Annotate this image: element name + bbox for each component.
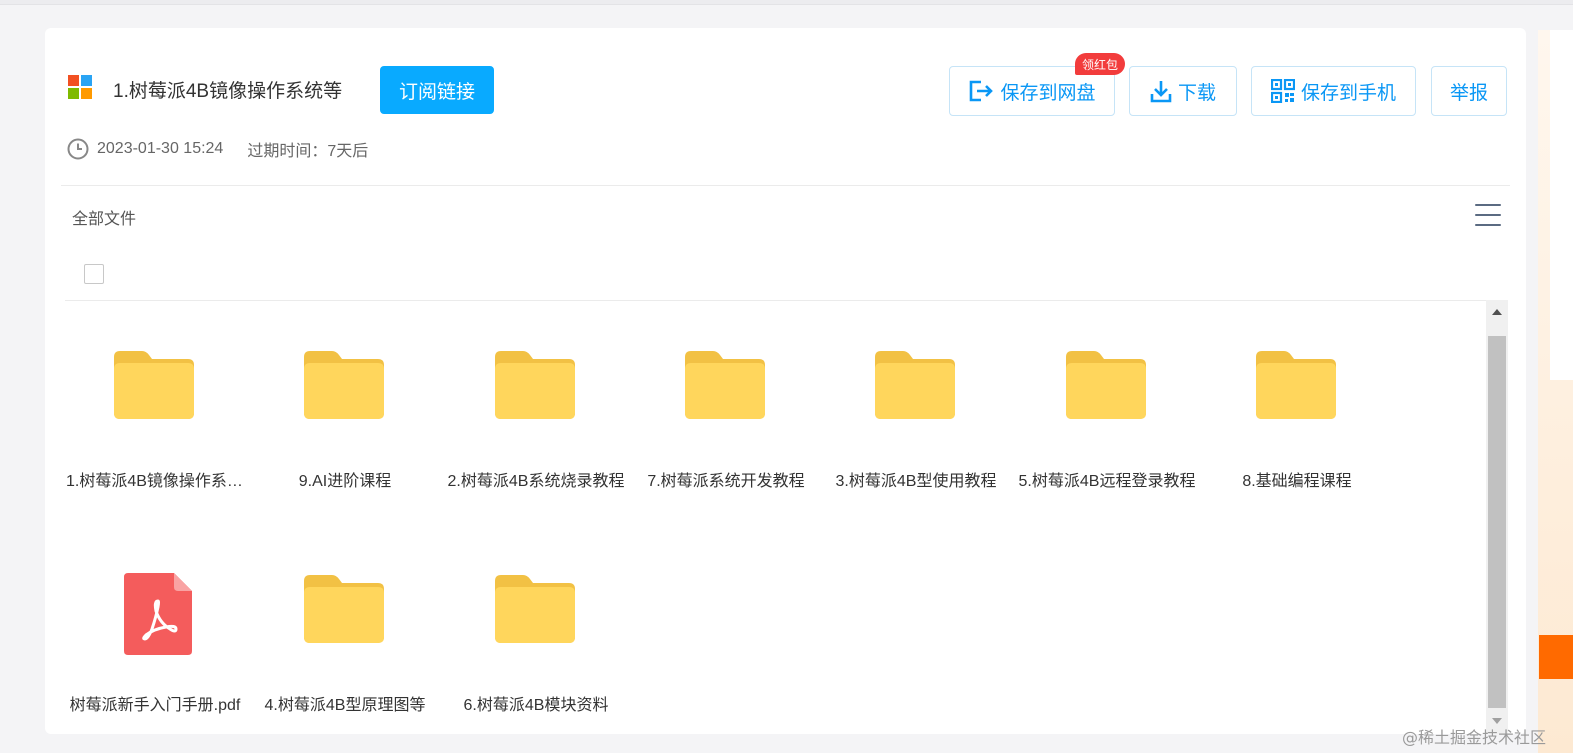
file-name: 3.树莓派4B型使用教程: [835, 473, 997, 490]
share-meta: 2023-01-30 15:24 过期时间：7天后: [67, 137, 368, 161]
folder-icon: [873, 351, 957, 421]
pdf-file-icon: [112, 573, 196, 655]
side-panel: [1538, 30, 1573, 753]
watermark: @稀土掘金技术社区: [1402, 728, 1547, 747]
folder-icon: [302, 351, 386, 421]
clock-icon: [67, 138, 89, 160]
subscribe-link-button[interactable]: 订阅链接: [380, 66, 494, 114]
folder-item[interactable]: 9.AI进阶课程: [250, 351, 440, 561]
scrollbar[interactable]: [1486, 300, 1508, 734]
file-name: 5.树莓派4B远程登录教程: [1018, 473, 1196, 490]
top-bar: [0, 0, 1573, 5]
qr-code-icon: [1270, 79, 1295, 103]
export-arrow-icon: [970, 80, 994, 102]
folder-item[interactable]: 8.基础编程课程: [1202, 351, 1392, 561]
folder-item[interactable]: 5.树莓派4B远程登录教程: [1012, 351, 1202, 561]
side-panel-white: [1550, 30, 1573, 380]
file-name: 8.基础编程课程: [1242, 473, 1352, 490]
folder-item[interactable]: 2.树莓派4B系统烧录教程: [441, 351, 631, 561]
folder-item[interactable]: 1.树莓派4B镜像操作系统等: [60, 351, 250, 561]
list-divider: [65, 300, 1508, 301]
share-date: 2023-01-30 15:24: [97, 140, 224, 157]
download-label: 下载: [1177, 82, 1216, 104]
scroll-up-arrow-icon[interactable]: [1492, 309, 1502, 315]
red-packet-badge[interactable]: 领红包: [1075, 53, 1126, 75]
file-name: 树莓派新手入门手册.pdf: [69, 697, 241, 714]
file-name: 6.树莓派4B模块资料: [463, 697, 609, 714]
folder-icon: [1254, 351, 1338, 421]
select-all-checkbox[interactable]: [84, 264, 104, 284]
folder-icon: [302, 575, 386, 645]
file-item-pdf[interactable]: 树莓派新手入门手册.pdf: [60, 573, 250, 734]
download-button[interactable]: 下载: [1129, 66, 1237, 116]
app-logo-icon: [68, 75, 93, 100]
folder-item[interactable]: 3.树莓派4B型使用教程: [821, 351, 1011, 561]
share-card: 1.树莓派4B镜像操作系统等 订阅链接 2023-01-30 15:24 过期时…: [45, 28, 1526, 734]
report-label: 举报: [1449, 82, 1488, 104]
header-divider: [61, 185, 1510, 186]
save-to-disk-label: 保存到网盘: [1000, 82, 1096, 104]
folder-item[interactable]: 7.树莓派系统开发教程: [631, 351, 821, 561]
folder-item[interactable]: 4.树莓派4B型原理图等: [250, 575, 440, 734]
share-title: 1.树莓派4B镜像操作系统等: [113, 81, 343, 102]
file-name: 2.树莓派4B系统烧录教程: [447, 473, 625, 490]
download-icon: [1150, 81, 1172, 103]
file-name: 9.AI进阶课程: [298, 473, 392, 490]
hamburger-menu-icon[interactable]: [1475, 204, 1501, 228]
file-name: 1.树莓派4B镜像操作系统等: [66, 473, 250, 490]
expire-time: 过期时间：7天后: [247, 143, 369, 160]
report-button[interactable]: 举报: [1431, 66, 1507, 116]
file-name: 7.树莓派系统开发教程: [647, 473, 805, 490]
save-to-phone-button[interactable]: 保存到手机: [1251, 66, 1416, 116]
folder-item[interactable]: 6.树莓派4B模块资料: [441, 575, 631, 734]
breadcrumb-all-files[interactable]: 全部文件: [72, 205, 136, 229]
folder-icon: [1064, 351, 1148, 421]
save-to-phone-label: 保存到手机: [1300, 82, 1396, 104]
folder-icon: [112, 351, 196, 421]
side-panel-tab[interactable]: [1539, 635, 1573, 679]
folder-icon: [683, 351, 767, 421]
folder-icon: [493, 351, 577, 421]
scrollbar-thumb[interactable]: [1488, 336, 1506, 708]
file-name: 4.树莓派4B型原理图等: [264, 697, 426, 714]
folder-icon: [493, 575, 577, 645]
